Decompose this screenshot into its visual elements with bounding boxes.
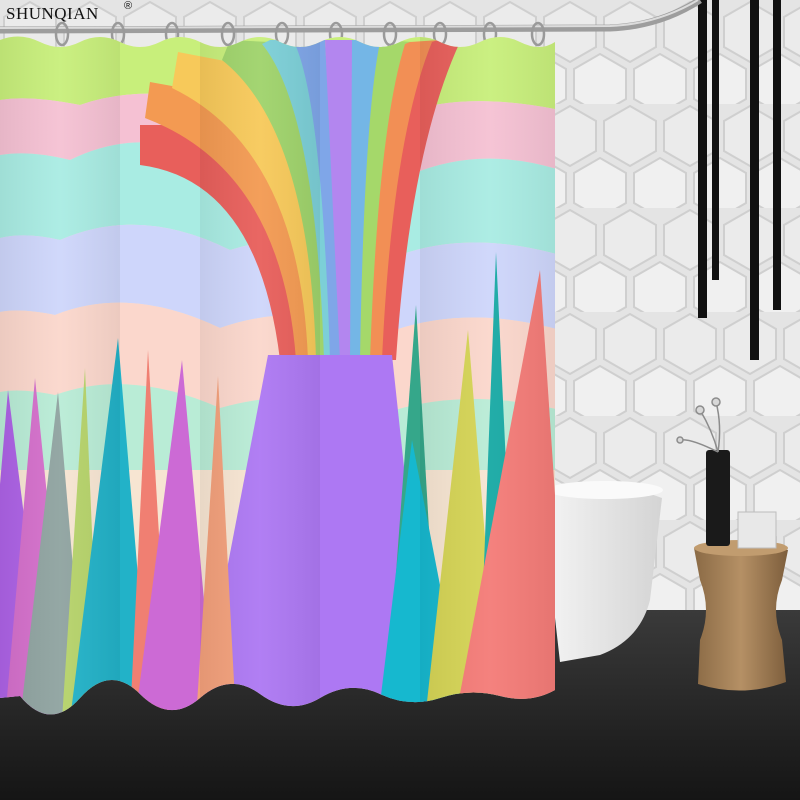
wooden-stool — [694, 543, 788, 691]
bathroom-scene — [0, 0, 800, 800]
brand-name: SHUNQIAN — [6, 4, 99, 23]
brand-watermark: SHUNQIAN — [6, 4, 99, 24]
shower-curtain — [0, 36, 555, 715]
black-vase — [706, 450, 730, 546]
white-box — [737, 511, 777, 549]
registered-mark: ® — [124, 0, 133, 12]
bathtub-rim — [547, 481, 663, 499]
